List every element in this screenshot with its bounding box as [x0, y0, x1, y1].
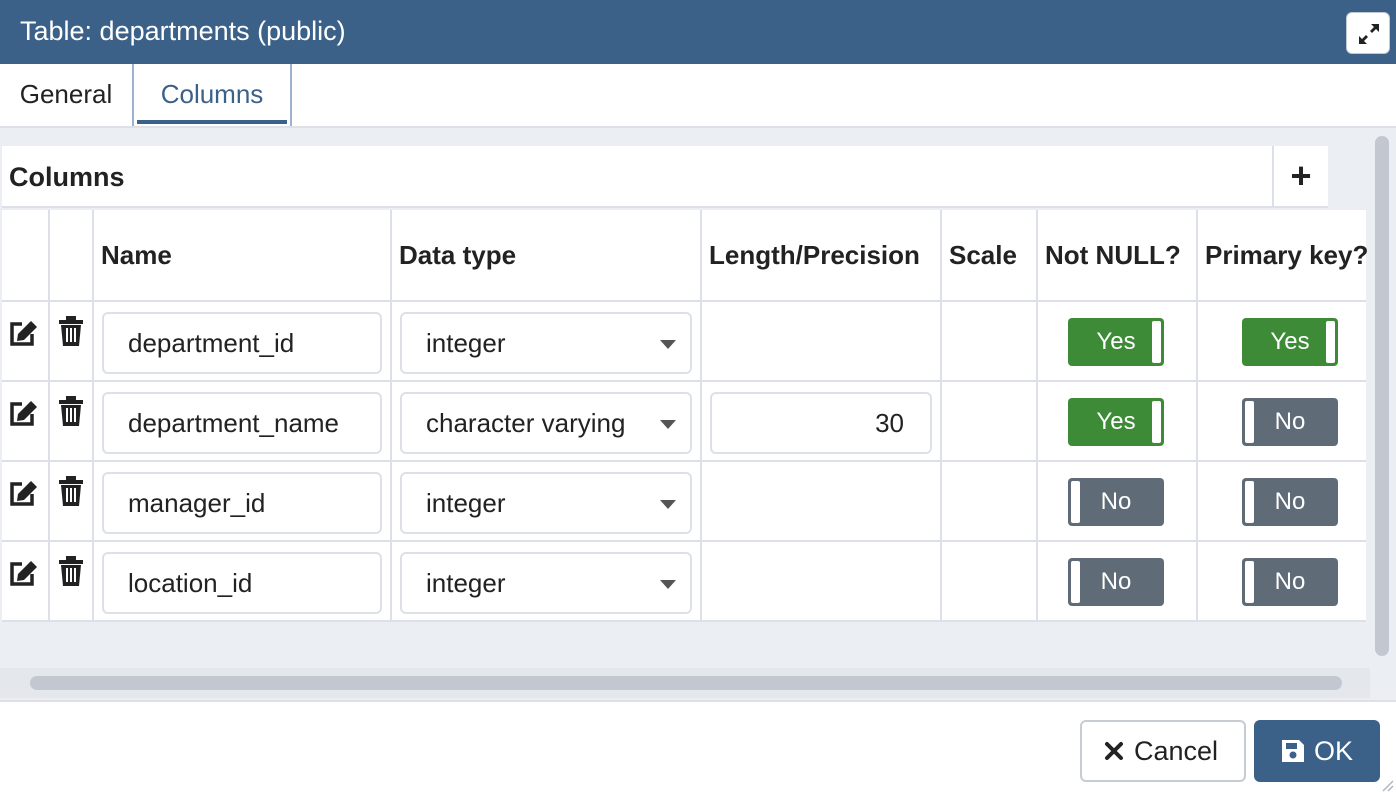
toggle-label: No: [1100, 488, 1132, 515]
table-row: location_id integer No No: [2, 542, 1366, 622]
edit-icon[interactable]: [8, 398, 40, 428]
tab-general[interactable]: General: [0, 64, 132, 126]
header-not-null[interactable]: Not NULL?: [1045, 210, 1181, 300]
header-primary-key[interactable]: Primary key?: [1205, 210, 1368, 300]
column-name-input[interactable]: location_id: [102, 552, 382, 614]
add-column-button[interactable]: +: [1272, 146, 1328, 208]
dialog-title: Table: departments (public): [20, 16, 346, 46]
toggle-label: Yes: [1270, 328, 1310, 355]
table-row: department_name character varying 30 Yes…: [2, 382, 1366, 462]
primary-key-toggle[interactable]: Yes: [1242, 318, 1338, 366]
primary-key-toggle[interactable]: No: [1242, 398, 1338, 446]
cancel-button[interactable]: Cancel: [1080, 720, 1246, 782]
not-null-toggle[interactable]: No: [1068, 558, 1164, 606]
maximize-icon: [1359, 24, 1379, 44]
dropdown-arrow-icon: [660, 340, 676, 349]
resize-grip-icon[interactable]: [1382, 780, 1394, 792]
toggle-label: Yes: [1096, 408, 1136, 435]
dropdown-arrow-icon: [660, 420, 676, 429]
tab-content: Columns + Name Data type Length/Precisio…: [0, 128, 1396, 700]
toggle-label: No: [1274, 488, 1306, 515]
close-icon: [1105, 742, 1123, 760]
horizontal-scrollbar[interactable]: [30, 676, 1342, 690]
primary-key-toggle[interactable]: No: [1242, 478, 1338, 526]
not-null-toggle[interactable]: No: [1068, 478, 1164, 526]
table-row: department_id integer Yes Yes: [2, 302, 1366, 382]
data-type-select[interactable]: integer: [400, 552, 692, 614]
dialog-titlebar: Table: departments (public): [0, 0, 1396, 64]
column-name-input[interactable]: department_id: [102, 312, 382, 374]
dropdown-arrow-icon: [660, 500, 676, 509]
data-type-value: character varying: [426, 408, 626, 438]
ok-button[interactable]: OK: [1254, 720, 1380, 782]
column-name-input[interactable]: department_name: [102, 392, 382, 454]
trash-icon[interactable]: [58, 396, 84, 426]
vertical-scrollbar[interactable]: [1375, 136, 1389, 656]
primary-key-toggle[interactable]: No: [1242, 558, 1338, 606]
toggle-label: No: [1100, 568, 1132, 595]
header-name[interactable]: Name: [101, 210, 172, 300]
columns-panel-header: Columns +: [2, 146, 1328, 208]
not-null-toggle[interactable]: Yes: [1068, 318, 1164, 366]
save-icon: [1282, 740, 1304, 762]
data-type-value: integer: [426, 568, 506, 598]
tab-bar: General Columns: [0, 64, 1396, 128]
dropdown-arrow-icon: [660, 580, 676, 589]
data-type-select[interactable]: character varying: [400, 392, 692, 454]
tab-columns[interactable]: Columns: [132, 64, 292, 126]
toggle-label: No: [1274, 568, 1306, 595]
column-name-input[interactable]: manager_id: [102, 472, 382, 534]
columns-panel-title: Columns: [9, 162, 125, 192]
toggle-label: Yes: [1096, 328, 1136, 355]
trash-icon[interactable]: [58, 316, 84, 346]
header-data-type[interactable]: Data type: [399, 210, 516, 300]
toggle-label: No: [1274, 408, 1306, 435]
edit-icon[interactable]: [8, 318, 40, 348]
header-length-precision[interactable]: Length/Precision: [709, 210, 920, 300]
data-type-select[interactable]: integer: [400, 472, 692, 534]
header-scale[interactable]: Scale: [949, 210, 1017, 300]
trash-icon[interactable]: [58, 556, 84, 586]
data-type-select[interactable]: integer: [400, 312, 692, 374]
edit-icon[interactable]: [8, 478, 40, 508]
trash-icon[interactable]: [58, 476, 84, 506]
edit-icon[interactable]: [8, 558, 40, 588]
cancel-label: Cancel: [1134, 736, 1219, 766]
not-null-toggle[interactable]: Yes: [1068, 398, 1164, 446]
length-precision-input[interactable]: 30: [710, 392, 932, 454]
columns-grid: Name Data type Length/Precision Scale No…: [2, 210, 1368, 622]
table-row: manager_id integer No No: [2, 462, 1366, 542]
dialog-footer: Cancel OK: [0, 700, 1396, 792]
data-type-value: integer: [426, 328, 506, 358]
maximize-button[interactable]: [1346, 12, 1390, 54]
ok-label: OK: [1314, 736, 1354, 766]
data-type-value: integer: [426, 488, 506, 518]
